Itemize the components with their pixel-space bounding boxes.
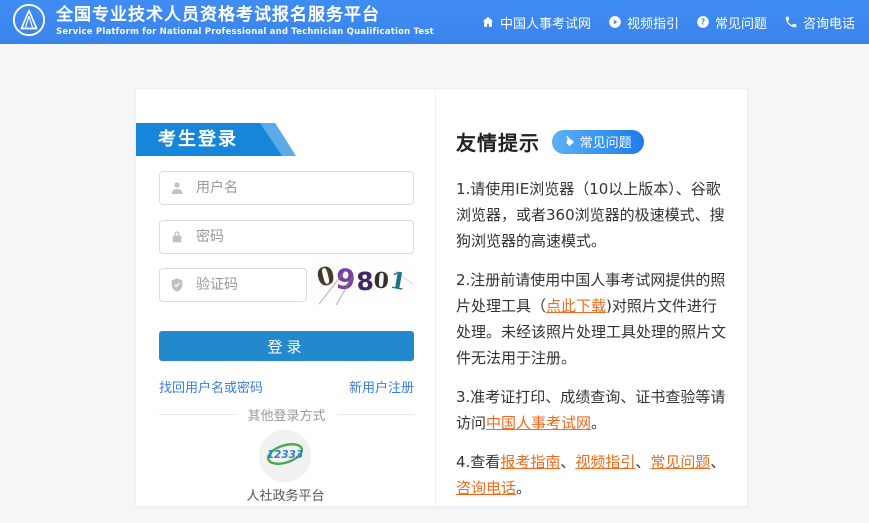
username-input[interactable]: [159, 171, 414, 205]
nav-faq[interactable]: ? 常见问题: [696, 13, 767, 32]
hand-pointer-icon: ☚: [559, 133, 576, 150]
captcha-field-wrap: [159, 268, 307, 302]
site-subtitle: Service Platform for National Profession…: [56, 28, 434, 38]
other-login-label: 其他登录方式: [248, 405, 326, 424]
hotline-link[interactable]: 咨询电话: [456, 479, 516, 497]
svg-text:?: ?: [701, 18, 705, 27]
tip-1: 1.请使用IE浏览器（10以上版本）、谷歌浏览器，或者360浏览器的极速模式、搜…: [456, 176, 727, 254]
site-emblem-icon: [12, 3, 46, 41]
register-link[interactable]: 新用户注册: [349, 377, 414, 396]
password-input[interactable]: [159, 220, 414, 254]
lock-icon: [169, 229, 185, 245]
login-panel: 考生登录 0 9 8 0 1: [136, 89, 435, 506]
tip-3: 3.准考证打印、成绩查询、证书查验等请访问中国人事考试网。: [456, 384, 727, 436]
captcha-digit: 8: [356, 268, 375, 294]
brand: 全国专业技术人员资格考试报名服务平台 Service Platform for …: [12, 3, 434, 41]
question-icon: ?: [696, 15, 710, 29]
cpta-website-link[interactable]: 中国人事考试网: [486, 414, 591, 432]
login-button[interactable]: 登录: [159, 331, 414, 361]
captcha-image[interactable]: 0 9 8 0 1: [309, 261, 415, 305]
tip-4: 4.查看报考指南、视频指引、常见问题、咨询电话。: [456, 449, 727, 501]
nav-hotline[interactable]: 咨询电话: [784, 13, 855, 32]
sso-12333-logo-icon: 12333: [265, 441, 305, 471]
account-links-row: 找回用户名或密码 新用户注册: [159, 377, 414, 396]
header-nav: 中国人事考试网 视频指引 ? 常见问题 咨询电话: [481, 0, 855, 44]
video-icon: [608, 15, 622, 29]
sso-12333-button[interactable]: 12333: [259, 430, 311, 482]
username-field-wrap: [159, 171, 414, 205]
captcha-digit: 0: [314, 262, 337, 290]
password-field-wrap: [159, 220, 414, 254]
nav-cpta-website[interactable]: 中国人事考试网: [481, 13, 591, 32]
tips-header: 友情提示 ☚ 常见问题: [456, 127, 727, 156]
phone-icon: [784, 15, 798, 29]
forgot-credentials-link[interactable]: 找回用户名或密码: [159, 377, 263, 396]
shield-check-icon: [169, 277, 185, 293]
main-card: 考生登录 0 9 8 0 1: [135, 88, 748, 507]
nav-video-guide[interactable]: 视频指引: [608, 13, 679, 32]
faq-link[interactable]: 常见问题: [650, 453, 710, 471]
home-icon: [481, 15, 495, 29]
user-icon: [169, 180, 185, 196]
svg-text:12333: 12333: [267, 449, 304, 461]
login-banner: 考生登录: [136, 123, 298, 156]
tips-title: 友情提示: [456, 127, 540, 156]
top-header: 全国专业技术人员资格考试报名服务平台 Service Platform for …: [0, 0, 869, 44]
exam-guide-link[interactable]: 报考指南: [500, 453, 560, 471]
download-photo-tool-link[interactable]: 点此下载: [546, 297, 606, 315]
tip-2: 2.注册前请使用中国人事考试网提供的照片处理工具（点此下载)对照片文件进行处理。…: [456, 267, 727, 371]
login-banner-title: 考生登录: [136, 123, 238, 156]
sso-platform-label: 人社政务平台: [136, 485, 435, 504]
faq-badge-button[interactable]: ☚ 常见问题: [552, 130, 644, 154]
site-title: 全国专业技术人员资格考试报名服务平台: [56, 6, 434, 26]
tips-panel: 友情提示 ☚ 常见问题 1.请使用IE浏览器（10以上版本）、谷歌浏览器，或者3…: [435, 89, 747, 506]
video-guide-link[interactable]: 视频指引: [575, 453, 635, 471]
other-login-divider: 其他登录方式: [159, 405, 414, 424]
